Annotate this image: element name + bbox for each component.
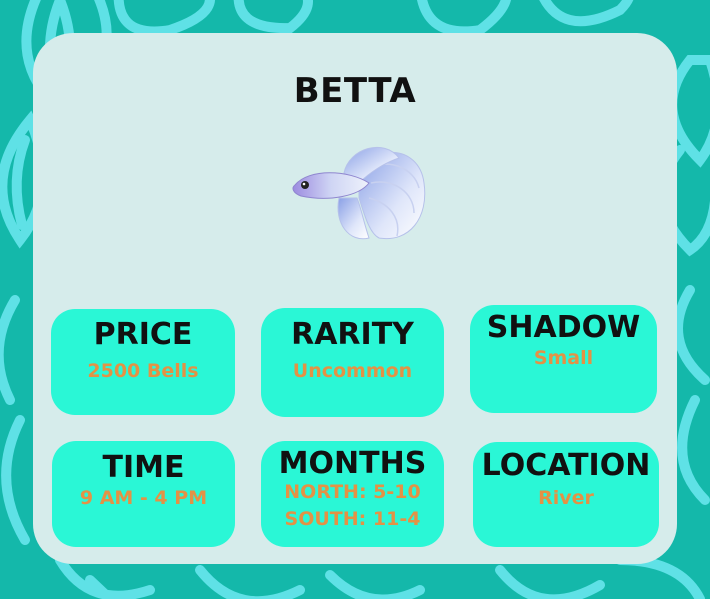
rarity-value: Uncommon bbox=[292, 360, 413, 382]
months-north-value: NORTH: 5-10 bbox=[284, 481, 421, 503]
time-label: TIME bbox=[102, 450, 185, 485]
time-tile: TIME 9 AM - 4 PM bbox=[52, 441, 235, 547]
fish-info-card: BETTA PRICE 2500 Bells RARITY Uncommon S… bbox=[33, 33, 677, 564]
months-tile: MONTHS NORTH: 5-10 SOUTH: 11-4 bbox=[261, 441, 444, 547]
time-value: 9 AM - 4 PM bbox=[79, 487, 208, 509]
shadow-label: SHADOW bbox=[486, 310, 641, 345]
months-label: MONTHS bbox=[278, 446, 427, 481]
rarity-label: RARITY bbox=[291, 317, 414, 352]
price-label: PRICE bbox=[93, 317, 193, 352]
fish-title: BETTA bbox=[293, 71, 417, 111]
price-value: 2500 Bells bbox=[87, 360, 199, 382]
location-value: River bbox=[538, 487, 594, 509]
rarity-tile: RARITY Uncommon bbox=[261, 308, 444, 417]
months-south-value: SOUTH: 11-4 bbox=[284, 507, 421, 530]
betta-fish-icon bbox=[292, 146, 426, 240]
shadow-tile: SHADOW Small bbox=[470, 305, 657, 413]
location-label: LOCATION bbox=[481, 448, 651, 483]
shadow-value: Small bbox=[533, 347, 594, 369]
price-tile: PRICE 2500 Bells bbox=[51, 309, 235, 415]
location-tile: LOCATION River bbox=[473, 442, 659, 547]
